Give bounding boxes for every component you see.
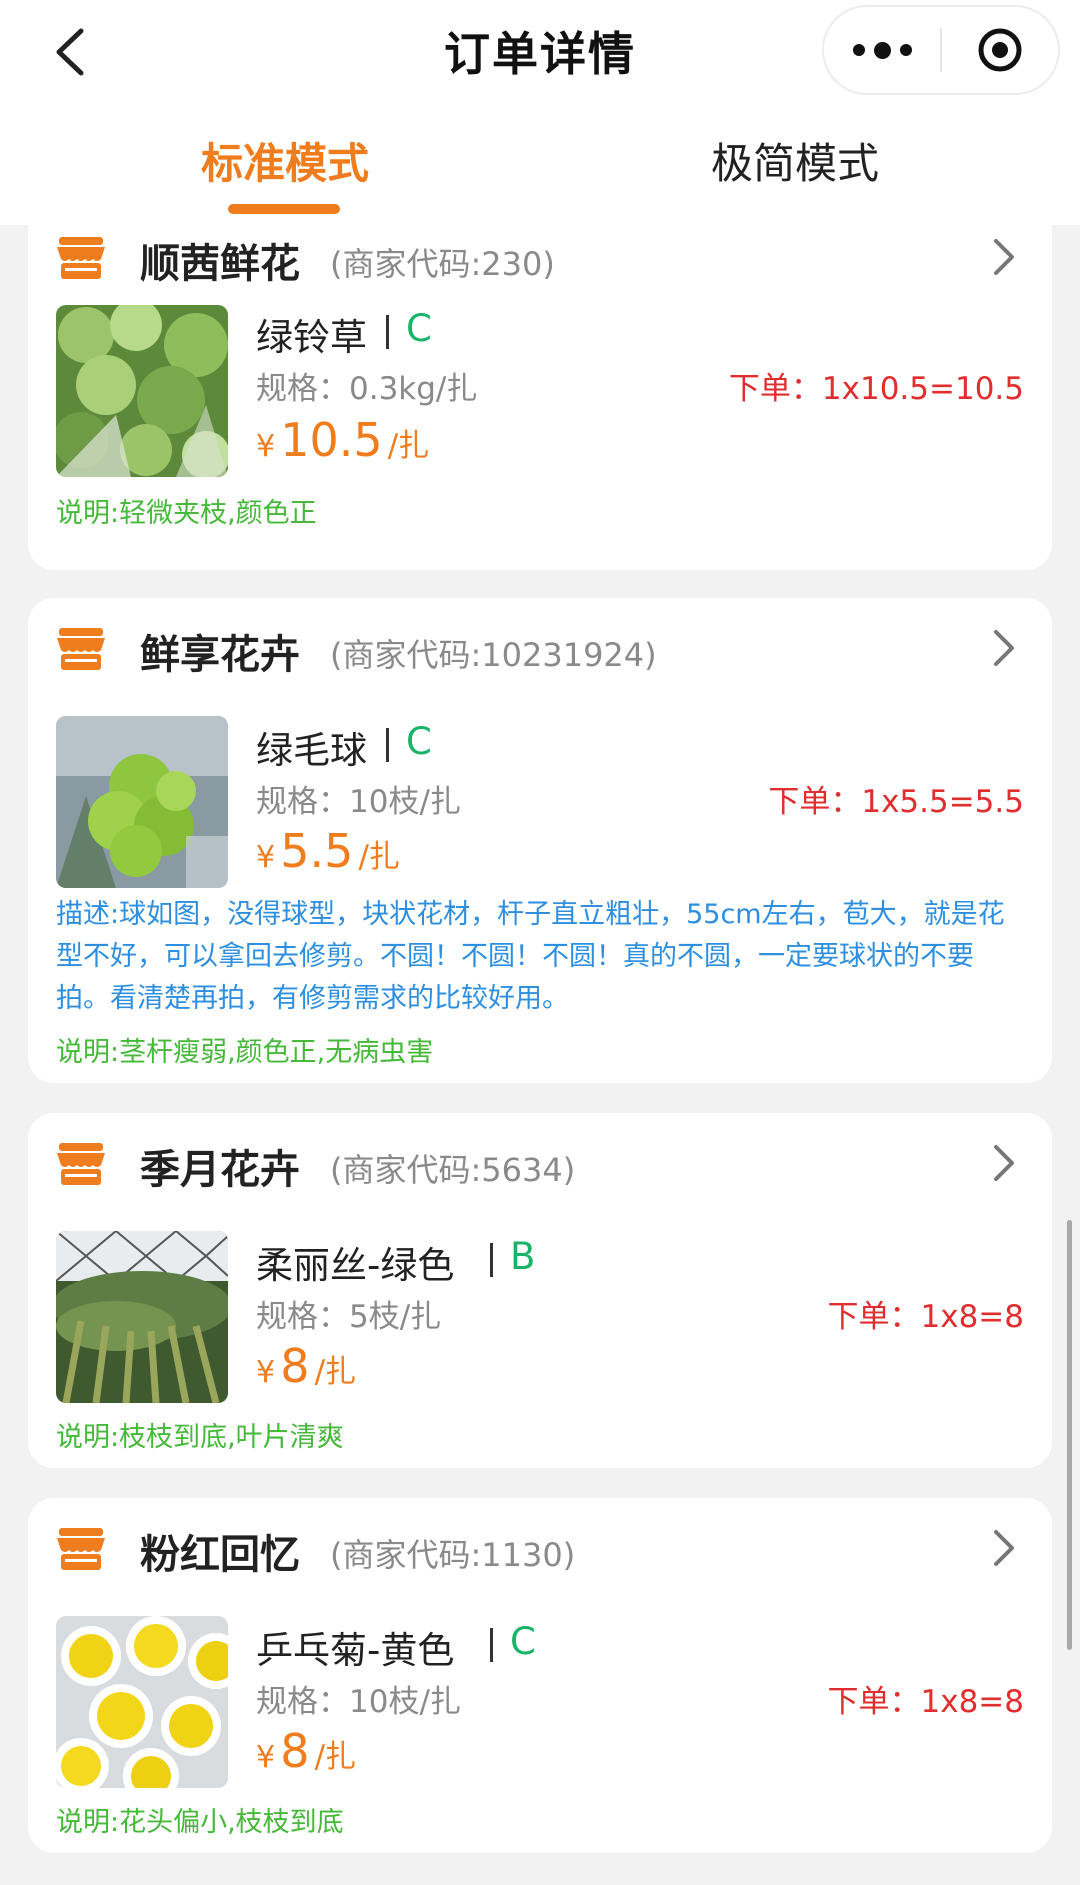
shop-code: (商家代码:230)	[330, 245, 555, 283]
product-image[interactable]	[56, 716, 228, 888]
shop-card: 鲜享花卉 (商家代码:10231924) 绿毛球 C 规格：10枝/扎 下单：1…	[28, 598, 1052, 1083]
price-currency: ¥	[256, 429, 276, 464]
product-note: 说明:茎杆瘦弱,颜色正,无病虫害	[56, 1037, 434, 1068]
price-amount: 5.5	[280, 824, 354, 878]
description-line: 型不好，可以拿回去修剪。不圆！不圆！不圆！真的不圆，一定要球状的不要	[56, 941, 974, 972]
shop-icon	[57, 1528, 105, 1570]
product-note: 说明:花头偏小,枝枝到底	[56, 1807, 344, 1838]
price-amount: 8	[280, 1339, 310, 1393]
product-name: 乒乓菊-黄色	[256, 1629, 455, 1672]
top-bar: 订单详情 标准模式 极简模式	[0, 0, 1080, 225]
product-note: 说明:轻微夹枝,颜色正	[56, 498, 317, 529]
tab-label: 极简模式	[710, 139, 879, 188]
chevron-right-icon[interactable]	[990, 1528, 1018, 1568]
tab-standard-mode[interactable]: 标准模式	[180, 130, 390, 220]
price-unit: /扎	[387, 428, 430, 464]
shop-name: 顺茜鲜花	[140, 241, 300, 287]
shop-card: 季月花卉 (商家代码:5634) 柔丽丝-绿色 B 规格：5枝/扎 下单：1x8…	[28, 1113, 1052, 1468]
price-currency: ¥	[256, 840, 276, 875]
product-spec: 规格：5枝/扎	[256, 1299, 442, 1335]
shop-name: 粉红回忆	[140, 1532, 300, 1578]
product-spec: 规格：10枝/扎	[256, 1684, 461, 1720]
product-name: 柔丽丝-绿色	[256, 1244, 455, 1287]
order-quantity: 下单：1x5.5=5.5	[768, 784, 1024, 820]
product-price: ¥ 8 /扎	[256, 1339, 356, 1393]
product-grade: C	[510, 1620, 536, 1663]
product-description: 描述:球如图，没得球型，块状花材，杆子直立粗壮，55cm左右，苞大，就是花 型不…	[56, 894, 1046, 1020]
price-currency: ¥	[256, 1355, 276, 1390]
product-price: ¥ 10.5 /扎	[256, 413, 429, 467]
product-spec: 规格：0.3kg/扎	[256, 371, 478, 407]
shop-code: (商家代码:1130)	[330, 1536, 576, 1574]
order-quantity: 下单：1x8=8	[827, 1299, 1025, 1335]
shop-header[interactable]: 鲜享花卉 (商家代码:10231924)	[28, 606, 1052, 696]
product-price: ¥ 5.5 /扎	[256, 824, 400, 878]
shop-card: 粉红回忆 (商家代码:1130) 乒乓菊-黄色 C 规格：10枝/扎 下单：1x…	[28, 1498, 1052, 1853]
product-image[interactable]	[56, 1231, 228, 1403]
more-dots-icon[interactable]	[824, 7, 940, 93]
product-image[interactable]	[56, 1616, 228, 1788]
grade-divider	[490, 1628, 493, 1662]
grade-divider	[490, 1243, 493, 1277]
scrollbar[interactable]	[1067, 1220, 1072, 1650]
shop-icon	[57, 628, 105, 670]
order-quantity: 下单：1x8=8	[827, 1684, 1025, 1720]
product-grade: C	[406, 307, 432, 350]
price-unit: /扎	[314, 1739, 357, 1775]
price-unit: /扎	[358, 839, 400, 875]
shop-header[interactable]: 季月花卉 (商家代码:5634)	[28, 1121, 1052, 1211]
chevron-right-icon[interactable]	[990, 1143, 1018, 1183]
shop-name: 季月花卉	[140, 1147, 300, 1193]
shop-card: 顺茜鲜花 (商家代码:230) 绿铃草 C 规格：0.3kg/扎 下单：1x10…	[28, 225, 1052, 570]
shop-code: (商家代码:10231924)	[330, 636, 657, 674]
tab-simple-mode[interactable]: 极简模式	[690, 130, 900, 220]
mini-program-capsule	[822, 5, 1060, 95]
chevron-right-icon[interactable]	[990, 237, 1018, 277]
shop-icon	[57, 237, 105, 279]
shop-name: 鲜享花卉	[140, 632, 300, 678]
grade-divider	[386, 728, 389, 762]
product-price: ¥ 8 /扎	[256, 1724, 356, 1778]
description-line: 拍。看清楚再拍，有修剪需求的比较好用。	[56, 983, 569, 1014]
target-circle-icon[interactable]	[942, 7, 1058, 93]
shop-header[interactable]: 顺茜鲜花 (商家代码:230)	[28, 225, 1052, 305]
mode-tabs: 标准模式 极简模式	[0, 130, 1080, 220]
price-unit: /扎	[314, 1354, 357, 1390]
shop-icon	[57, 1143, 105, 1185]
order-list[interactable]: 顺茜鲜花 (商家代码:230) 绿铃草 C 规格：0.3kg/扎 下单：1x10…	[0, 225, 1080, 1885]
order-quantity: 下单：1x10.5=10.5	[728, 371, 1024, 407]
chevron-right-icon[interactable]	[990, 628, 1018, 668]
shop-code: (商家代码:5634)	[330, 1151, 576, 1189]
product-image[interactable]	[56, 305, 228, 477]
price-amount: 10.5	[280, 413, 383, 467]
product-grade: C	[406, 720, 432, 763]
product-spec: 规格：10枝/扎	[256, 784, 461, 820]
shop-header[interactable]: 粉红回忆 (商家代码:1130)	[28, 1506, 1052, 1596]
price-currency: ¥	[256, 1740, 276, 1775]
description-line: 描述:球如图，没得球型，块状花材，杆子直立粗壮，55cm左右，苞大，就是花	[56, 899, 1005, 930]
tab-label: 标准模式	[200, 139, 369, 188]
grade-divider	[386, 315, 389, 349]
active-tab-indicator	[228, 204, 340, 214]
price-amount: 8	[280, 1724, 310, 1778]
product-name: 绿铃草	[256, 316, 367, 359]
product-grade: B	[510, 1235, 536, 1278]
product-note: 说明:枝枝到底,叶片清爽	[56, 1422, 344, 1453]
product-name: 绿毛球	[256, 729, 367, 772]
